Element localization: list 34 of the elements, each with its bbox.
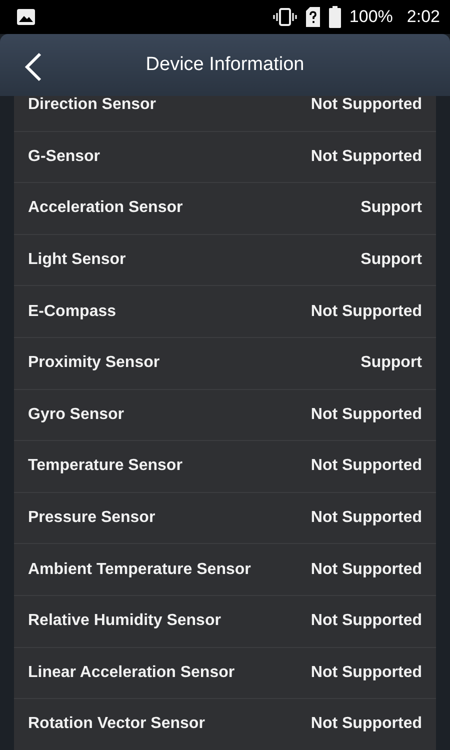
sensor-name: Direction Sensor — [28, 96, 156, 114]
sensor-name: Acceleration Sensor — [28, 199, 183, 218]
sensor-status: Not Supported — [310, 457, 422, 476]
sensor-name: Relative Humidity Sensor — [28, 612, 221, 630]
sensor-status: Not Supported — [310, 664, 422, 682]
sensor-name: Rotation Vector Sensor — [28, 715, 205, 734]
sensor-status: Not Supported — [310, 148, 422, 166]
sensor-status: Not Supported — [310, 509, 422, 528]
picture-icon — [16, 8, 36, 26]
sensor-name: Gyro Sensor — [28, 406, 124, 424]
sensor-name: Pressure Sensor — [28, 509, 156, 528]
vibrate-icon — [273, 7, 298, 27]
clock: 2:02 — [406, 7, 440, 27]
sensor-status: Not Supported — [310, 302, 422, 321]
sensor-status: Not Supported — [310, 560, 422, 579]
battery-percent: 100% — [349, 7, 393, 27]
sensor-name: Ambient Temperature Sensor — [28, 560, 251, 579]
screen-title: Device Information — [146, 54, 304, 76]
sensor-status: Not Supported — [310, 612, 422, 630]
battery-icon — [329, 6, 342, 28]
sensor-name: Linear Acceleration Sensor — [28, 664, 235, 682]
sensor-status: Support — [360, 199, 422, 218]
sim-icon — [305, 7, 322, 27]
sensor-name: Proximity Sensor — [28, 354, 160, 372]
sensor-status: Not Supported — [310, 715, 422, 734]
sensor-status: Not Supported — [310, 96, 422, 114]
sensor-status: Support — [360, 251, 422, 270]
sensor-name: G-Sensor — [28, 148, 100, 166]
sensor-name: E-Compass — [28, 302, 116, 321]
back-icon[interactable] — [24, 52, 42, 82]
sensor-name: Light Sensor — [28, 251, 126, 270]
sensor-name: Temperature Sensor — [28, 457, 182, 476]
sensor-status: Not Supported — [310, 406, 422, 424]
sensor-status: Support — [360, 354, 422, 372]
